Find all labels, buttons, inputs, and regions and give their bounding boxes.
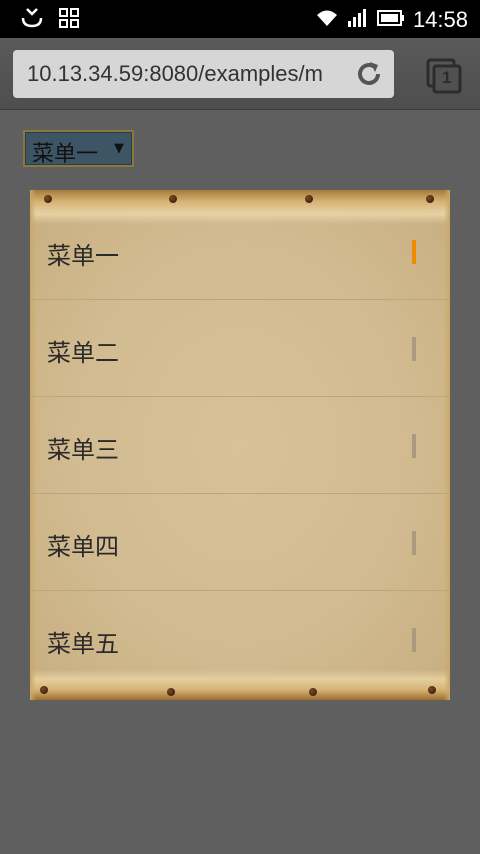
parchment-menu: 菜单一 菜单二 菜单三 菜单四 菜单五 bbox=[30, 190, 450, 700]
battery-icon bbox=[376, 7, 405, 33]
nail-icon bbox=[426, 195, 434, 203]
nail-icon bbox=[305, 195, 313, 203]
menu-item-label: 菜单三 bbox=[47, 436, 119, 464]
menu-item-marker bbox=[412, 337, 416, 361]
nail-icon bbox=[44, 195, 52, 203]
nail-icon bbox=[167, 688, 175, 696]
menu-item-label: 菜单一 bbox=[47, 242, 119, 270]
nail-icon bbox=[309, 688, 317, 696]
menu-item-label: 菜单二 bbox=[47, 339, 119, 367]
menu-item-4[interactable]: 菜单四 bbox=[30, 494, 450, 591]
menu-item-marker bbox=[412, 531, 416, 555]
wifi-icon bbox=[315, 6, 339, 34]
clock-time: 14:58 bbox=[412, 7, 468, 32]
menu-item-label: 菜单五 bbox=[47, 630, 119, 658]
tabs-button[interactable]: 1 bbox=[426, 58, 462, 94]
status-bar: 14:58 bbox=[0, 0, 480, 38]
nail-icon bbox=[169, 195, 177, 203]
grid-icon bbox=[58, 7, 80, 33]
menu-item-1[interactable]: 菜单一 bbox=[30, 203, 450, 300]
menu-item-5[interactable]: 菜单五 bbox=[30, 591, 450, 688]
menu-item-2[interactable]: 菜单二 bbox=[30, 300, 450, 397]
reload-icon[interactable] bbox=[354, 59, 384, 89]
url-bar[interactable]: 10.13.34.59:8080/examples/m bbox=[13, 50, 394, 98]
menu-item-marker bbox=[412, 240, 416, 264]
download-icon bbox=[20, 6, 44, 34]
signal-icon bbox=[347, 7, 369, 33]
menu-item-3[interactable]: 菜单三 bbox=[30, 397, 450, 494]
select-value: 菜单一 bbox=[32, 142, 99, 167]
menu-select[interactable]: 菜单一 ▼ bbox=[23, 130, 134, 167]
menu-item-label: 菜单四 bbox=[47, 533, 119, 561]
menu-item-marker bbox=[412, 628, 416, 652]
browser-toolbar: 10.13.34.59:8080/examples/m 1 bbox=[0, 38, 480, 110]
menu-item-marker bbox=[412, 434, 416, 458]
url-text[interactable]: 10.13.34.59:8080/examples/m bbox=[27, 61, 347, 87]
menu-list: 菜单一 菜单二 菜单三 菜单四 菜单五 bbox=[30, 203, 450, 688]
tab-count: 1 bbox=[442, 68, 452, 87]
chevron-down-icon: ▼ bbox=[114, 141, 124, 156]
